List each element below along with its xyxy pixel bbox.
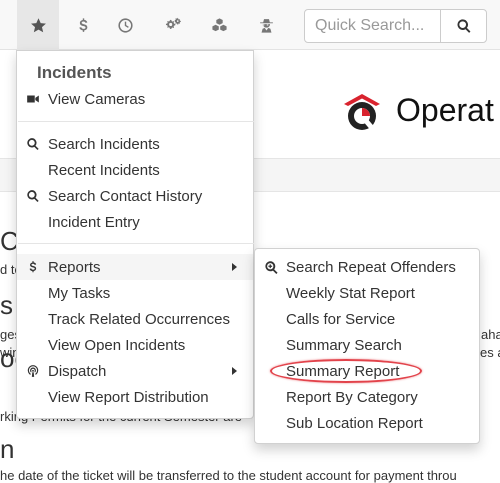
cubes-icon <box>211 17 227 31</box>
gears-icon <box>165 17 181 29</box>
dollar-icon <box>78 17 87 32</box>
nav-investigations-button[interactable] <box>245 0 287 50</box>
podcast-icon <box>26 363 46 379</box>
submenu-item-search-repeat-offenders[interactable]: Search Repeat Offenders <box>255 254 479 280</box>
submenu-caret-icon <box>232 263 237 271</box>
menu-item-view-cameras[interactable]: View Cameras <box>17 86 253 112</box>
submenu-item-report-by-category[interactable]: Report By Category <box>255 384 479 410</box>
menu-item-my-tasks[interactable]: My Tasks <box>17 280 253 306</box>
menu-item-incident-entry[interactable]: Incident Entry <box>17 209 253 235</box>
submenu-item-weekly-stat-report[interactable]: Weekly Stat Report <box>255 280 479 306</box>
reports-submenu: Search Repeat Offenders Weekly Stat Repo… <box>254 248 480 444</box>
menu-item-track-related-occurrences[interactable]: Track Related Occurrences <box>17 306 253 332</box>
brand-name: Operat <box>396 92 494 128</box>
menu-item-view-report-distribution[interactable]: View Report Distribution <box>17 384 253 410</box>
quick-search-input[interactable] <box>305 10 440 42</box>
page-text-fragment: es a <box>480 345 500 360</box>
quick-search <box>304 9 487 43</box>
submenu-item-sub-location-report[interactable]: Sub Location Report <box>255 410 479 436</box>
page-heading-fragment: n <box>0 434 15 464</box>
menu-item-view-open-incidents[interactable]: View Open Incidents <box>17 332 253 358</box>
page-text-fragment: aha <box>481 327 500 342</box>
page-heading-fragment: s <box>0 290 13 320</box>
submenu-item-calls-for-service[interactable]: Calls for Service <box>255 306 479 332</box>
nav-settings-button[interactable] <box>152 0 194 50</box>
submenu-item-summary-search[interactable]: Summary Search <box>255 332 479 358</box>
search-icon <box>26 188 46 204</box>
menu-item-dispatch[interactable]: Dispatch <box>17 358 253 384</box>
nav-modules-button[interactable] <box>198 0 240 50</box>
nav-favorites-button[interactable] <box>17 0 59 50</box>
search-plus-icon <box>264 260 284 275</box>
menu-item-search-incidents[interactable]: Search Incidents <box>17 131 253 157</box>
user-secret-icon <box>259 18 273 33</box>
nav-billing-button[interactable] <box>62 0 104 50</box>
dollar-icon <box>26 259 46 275</box>
nav-history-button[interactable] <box>104 0 146 50</box>
favorites-dropdown-menu: Incidents View Cameras Search Incidents … <box>16 50 254 419</box>
search-icon <box>457 19 470 33</box>
brand-logo <box>344 94 380 130</box>
quick-search-button[interactable] <box>440 10 486 42</box>
search-icon <box>26 136 46 152</box>
menu-item-reports[interactable]: Reports <box>17 254 253 280</box>
menu-header-incidents: Incidents <box>37 63 112 82</box>
menu-divider <box>18 121 254 122</box>
submenu-item-summary-report[interactable]: Summary Report <box>255 358 479 384</box>
clock-icon <box>117 17 133 33</box>
submenu-caret-icon <box>232 367 237 375</box>
star-icon <box>30 17 46 32</box>
top-navbar <box>0 0 500 50</box>
menu-divider <box>18 243 254 244</box>
video-camera-icon <box>26 91 46 107</box>
menu-item-search-contact-history[interactable]: Search Contact History <box>17 183 253 209</box>
menu-item-recent-incidents[interactable]: Recent Incidents <box>17 157 253 183</box>
